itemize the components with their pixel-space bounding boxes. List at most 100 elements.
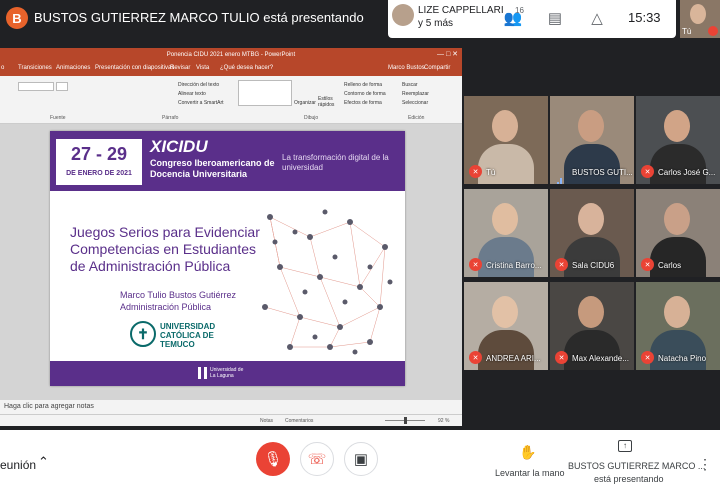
ppt-ribbon: Dirección del texto Alinear texto Conver… [0, 76, 462, 124]
ppt-tab[interactable]: Transiciones [18, 65, 52, 71]
participant-tile[interactable]: ✕ Sala CIDU6 [550, 189, 634, 277]
self-preview[interactable]: Tú [680, 0, 720, 38]
raise-hand-label[interactable]: Levantar la mano [495, 468, 565, 478]
mic-toggle-button[interactable]: 🎙 [256, 442, 290, 476]
select-button[interactable]: Seleccionar [402, 100, 428, 106]
more-options-icon[interactable]: ⋮ [698, 456, 712, 473]
participant-tile[interactable]: ✕ Natacha Pino [636, 282, 720, 370]
window-controls[interactable]: — □ ✕ [437, 50, 458, 58]
presenting-status: está presentando [594, 474, 664, 484]
participant-body [478, 330, 534, 370]
slide-footer: Universidad de La Laguna [50, 361, 405, 386]
cidu-logo-text: XICIDU [150, 137, 208, 156]
participant-face [492, 296, 518, 328]
shapes-gallery[interactable] [238, 80, 292, 106]
text-direction[interactable]: Dirección del texto [178, 82, 219, 88]
convert-smartart[interactable]: Convertir a SmartArt [178, 100, 224, 106]
notes-toggle[interactable]: Notas [260, 418, 273, 424]
ppt-tab[interactable]: o [1, 65, 4, 71]
ppt-window-title: Ponencia CIDU 2021 enero MTBG - PowerPoi… [0, 48, 462, 62]
participant-tile[interactable]: ✕ Cristina Barro... [464, 189, 548, 277]
participant-name: Sala CIDU6 [572, 261, 615, 270]
camera-toggle-button[interactable]: ▣ [344, 442, 378, 476]
slide-canvas[interactable]: 27 - 29 DE ENERO DE 2021 XICIDU Congreso… [0, 124, 462, 400]
university-crest-icon: ✝ [130, 321, 156, 347]
mic-off-icon: 🎙 [263, 451, 283, 468]
present-icon[interactable]: ↑ [618, 440, 632, 452]
participant-tile[interactable]: ✕ Carlos José G... [636, 96, 720, 184]
ppt-tab[interactable]: Vista [196, 65, 209, 71]
ppt-tab[interactable]: Revisar [170, 65, 190, 71]
clock: 15:33 [628, 10, 661, 25]
shape-fill[interactable]: Relleno de forma [344, 82, 382, 88]
self-label: Tú [682, 27, 692, 36]
meeting-details-label[interactable]: eunión [0, 458, 36, 472]
organize-button[interactable]: Organizar [294, 100, 316, 106]
university-name: UNIVERSIDAD CATÓLICA DE TEMUCO [160, 322, 216, 349]
group-label-edit: Edición [408, 115, 425, 121]
participant-face [492, 110, 518, 142]
participant-name: Carlos [658, 261, 682, 270]
participant-tile[interactable]: ✕ Tú [464, 96, 548, 184]
participant-face [492, 203, 518, 235]
chat-icon[interactable]: ▤ [544, 7, 566, 29]
participant-name: Carlos José G... [658, 168, 716, 177]
participant-body [564, 330, 620, 370]
talk-title: Juegos Serios para Evidenciar Competenci… [70, 224, 260, 274]
featured-participant-name: LIZE CAPPELLARI y 5 más [418, 4, 504, 30]
zoom-slider-handle[interactable] [404, 417, 407, 424]
activities-icon[interactable]: △ [586, 7, 608, 29]
mic-off-icon: ✕ [641, 258, 654, 271]
participant-face [664, 203, 690, 235]
ppt-status-bar: Notas Comentarios 92 % [0, 414, 462, 426]
participant-face [578, 203, 604, 235]
ull-logo-icon [198, 367, 207, 379]
ppt-tab[interactable]: Animaciones [56, 65, 90, 71]
talk-author: Marco Tulio Bustos Gutiérrez Administrac… [120, 289, 236, 313]
participant-tile[interactable]: ✕ Max Alexande... [550, 282, 634, 370]
notes-pane[interactable]: Haga clic para agregar notas [0, 400, 462, 414]
cidu-subtitle: Congreso Iberoamericano de Docencia Univ… [150, 158, 275, 179]
shape-effects[interactable]: Efectos de forma [344, 100, 382, 106]
ppt-tab[interactable]: ¿Qué desea hacer? [220, 65, 273, 71]
top-bar: B BUSTOS GUTIERREZ MARCO TULIO está pres… [0, 0, 720, 38]
participant-face [664, 296, 690, 328]
slide[interactable]: 27 - 29 DE ENERO DE 2021 XICIDU Congreso… [50, 131, 405, 386]
find-button[interactable]: Buscar [402, 82, 418, 88]
group-label-drawing: Dibujo [304, 115, 319, 121]
featured-name: LIZE CAPPELLARI [418, 5, 504, 16]
align-text[interactable]: Alinear texto [178, 91, 206, 97]
participant-face [664, 110, 690, 142]
presenting-name[interactable]: BUSTOS GUTIERREZ MARCO ... [568, 461, 705, 471]
participant-name: Tú [486, 168, 496, 177]
participant-face [578, 296, 604, 328]
mic-off-icon: ✕ [469, 351, 482, 364]
ppt-tab[interactable]: Presentación con diapositivas [95, 65, 174, 71]
participant-name: ANDREA ARI... [486, 354, 541, 363]
participant-tile[interactable]: ✕ ANDREA ARI... [464, 282, 548, 370]
participant-body [650, 144, 706, 184]
participant-tile[interactable]: BUSTOS GUTI... [550, 96, 634, 184]
speaking-indicator-icon [557, 168, 565, 184]
shape-outline[interactable]: Contorno de forma [344, 91, 386, 97]
chevron-up-icon[interactable]: ⌃ [38, 454, 49, 470]
group-label-font: Fuente [50, 115, 66, 121]
quick-styles-button[interactable]: Estilos rápidos [318, 96, 338, 108]
participant-name: BUSTOS GUTI... [572, 168, 633, 177]
replace-button[interactable]: Reemplazar [402, 91, 429, 97]
cidu-tagline: La transformación digital de la universi… [282, 153, 389, 172]
hang-up-button[interactable]: ☏ [300, 442, 334, 476]
zoom-level[interactable]: 92 % [438, 418, 449, 424]
slide-body: Juegos Serios para Evidenciar Competenci… [50, 191, 405, 361]
share-button[interactable]: Compartir [424, 65, 450, 71]
participant-name: Max Alexande... [572, 354, 629, 363]
font-size-box[interactable] [56, 82, 68, 91]
date-box: 27 - 29 DE ENERO DE 2021 [56, 139, 142, 185]
mic-off-icon: ✕ [641, 351, 654, 364]
participant-body [478, 237, 534, 277]
raise-hand-icon[interactable]: ✋ [519, 444, 536, 461]
group-label-paragraph: Párrafo [162, 115, 179, 121]
font-name-box[interactable] [18, 82, 54, 91]
comments-toggle[interactable]: Comentarios [285, 418, 313, 424]
participant-tile[interactable]: ✕ Carlos [636, 189, 720, 277]
